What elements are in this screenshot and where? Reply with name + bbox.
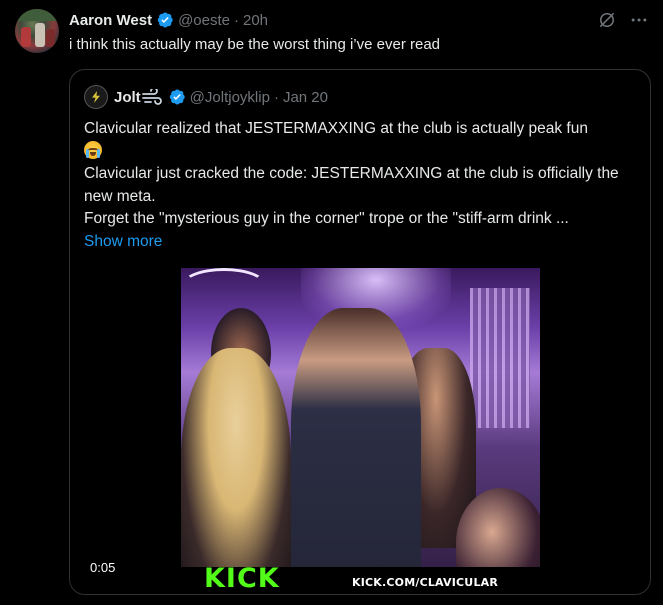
quote-date[interactable]: Jan 20 <box>283 89 328 106</box>
quote-author-handle[interactable]: @Joltjoyklip <box>190 89 270 106</box>
tweet-time[interactable]: 20h <box>243 12 268 29</box>
grok-icon[interactable] <box>597 10 617 30</box>
tweet[interactable]: Aaron West @oeste · 20h i think this act… <box>0 0 663 605</box>
tweet-text: i think this actually may be the worst t… <box>69 36 441 53</box>
author-handle[interactable]: @oeste <box>178 12 230 29</box>
kick-url: KICK.COM/CLAVICULAR <box>352 576 499 589</box>
quote-line-1: Clavicular realized that JESTERMAXXING a… <box>84 120 588 137</box>
verified-badge-icon <box>157 12 173 28</box>
tweet-actions-top <box>597 10 649 30</box>
author-name[interactable]: Aaron West <box>69 12 152 29</box>
quote-header: Jolt @Joltjoyklip · Jan 20 <box>84 85 328 109</box>
quote-emoji-line <box>84 140 644 164</box>
dashing-away-emoji-icon <box>141 89 162 105</box>
tweet-header: Aaron West @oeste · 20h <box>69 9 268 31</box>
kick-logo: KICK <box>204 563 280 594</box>
show-more-link[interactable]: Show more <box>84 233 162 250</box>
quote-author-avatar[interactable] <box>84 85 108 109</box>
video-watermark-bar: KICK KICK.COM/CLAVICULAR <box>181 563 540 594</box>
author-avatar[interactable] <box>15 9 59 53</box>
quote-line-2: Clavicular just cracked the code: JESTER… <box>84 165 619 205</box>
quote-author-name[interactable]: Jolt <box>114 89 141 106</box>
quote-text: Clavicular realized that JESTERMAXXING a… <box>84 118 644 253</box>
loudly-crying-emoji-icon <box>84 140 102 159</box>
quote-tweet[interactable]: Jolt @Joltjoyklip · Jan 20 Clavicular re… <box>69 69 651 595</box>
video-player[interactable]: KICK KICK.COM/CLAVICULAR 0:05 <box>70 268 650 594</box>
video-timestamp: 0:05 <box>84 558 122 577</box>
quote-line-3: Forget the "mysterious guy in the corner… <box>84 210 569 227</box>
quote-separator-dot: · <box>273 88 279 106</box>
quote-verified-badge-icon <box>169 89 185 105</box>
more-icon[interactable] <box>629 10 649 30</box>
video-frame[interactable]: KICK KICK.COM/CLAVICULAR <box>181 268 540 594</box>
separator-dot: · <box>234 11 239 29</box>
